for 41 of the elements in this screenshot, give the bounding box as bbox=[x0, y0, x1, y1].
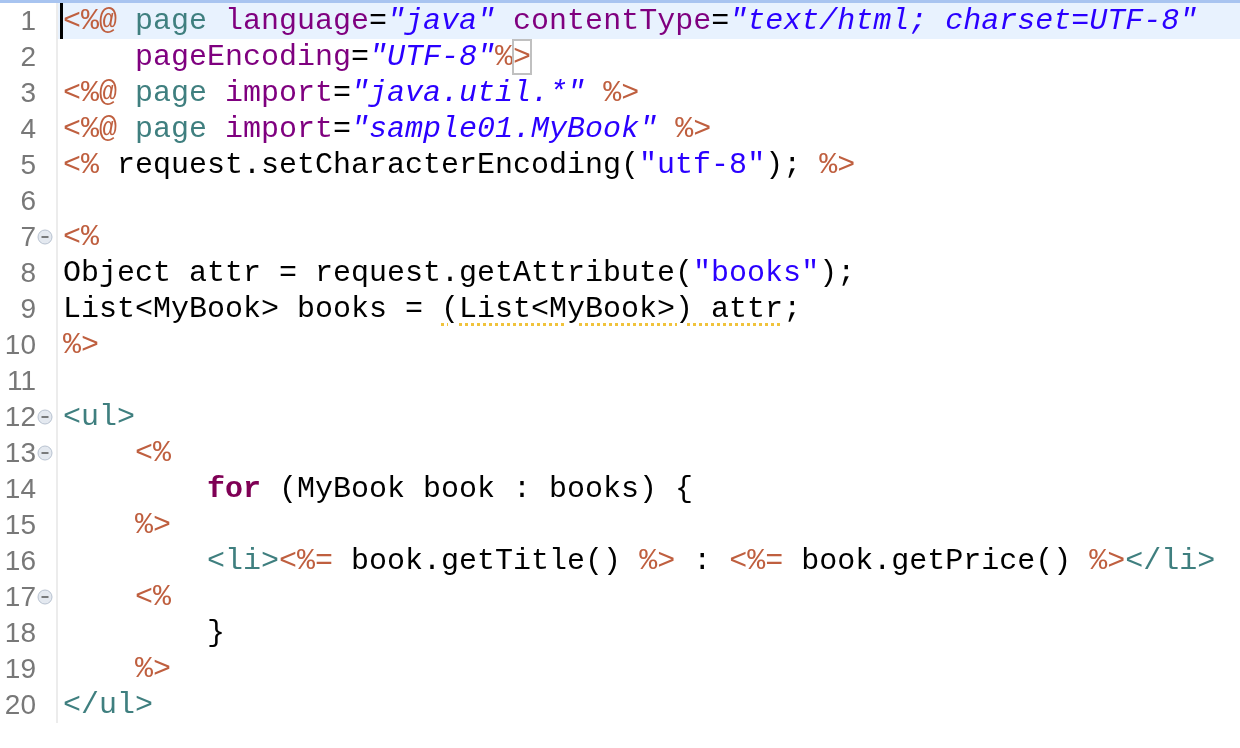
code-line: <% bbox=[63, 219, 99, 255]
code-line: %> bbox=[134, 507, 172, 543]
line-number: 2 bbox=[20, 40, 36, 74]
code-line: Object attr = request.getAttribute("books"); bbox=[63, 255, 856, 291]
line-number: 4 bbox=[20, 112, 36, 146]
code-line: <% bbox=[134, 579, 172, 615]
line-number: 1 bbox=[20, 4, 36, 38]
line-number: 3 bbox=[20, 76, 36, 110]
code-line: %> bbox=[134, 651, 172, 687]
code-line: List<MyBook> books = (List<MyBook>) attr; bbox=[63, 291, 802, 327]
line-number: 10 bbox=[4, 328, 36, 362]
code-line: <%@ page import="sample01.MyBook" %> bbox=[63, 111, 712, 147]
code-line: <%@ page import="java.util.*" %> bbox=[63, 75, 640, 111]
code-line: <%@ page language="java" contentType="text/html; charset=UTF-8" bbox=[60, 3, 1198, 39]
line-number: 17 bbox=[4, 580, 36, 614]
code-line: } bbox=[206, 615, 226, 651]
code-line: %> bbox=[63, 327, 99, 363]
code-line: for (MyBook book : books) { bbox=[206, 471, 694, 507]
line-number: 5 bbox=[20, 148, 36, 182]
line-number: 8 bbox=[20, 256, 36, 290]
code-line: </ul> bbox=[63, 687, 153, 723]
line-number: 20 bbox=[4, 688, 36, 722]
line-number: 19 bbox=[4, 652, 36, 686]
code-line: <% bbox=[134, 435, 172, 471]
line-number: 18 bbox=[4, 616, 36, 650]
line-number: 15 bbox=[4, 508, 36, 542]
line-number: 9 bbox=[20, 292, 36, 326]
line-number: 7 bbox=[20, 220, 36, 254]
collapse-icon[interactable] bbox=[37, 445, 53, 461]
line-number: 16 bbox=[4, 544, 36, 578]
line-number: 13 bbox=[4, 436, 36, 470]
line-number: 11 bbox=[6, 364, 36, 398]
line-number: 12 bbox=[4, 400, 36, 434]
line-number: 14 bbox=[4, 472, 36, 506]
collapse-icon[interactable] bbox=[37, 589, 53, 605]
code-line: <% request.setCharacterEncoding("utf-8"); %> bbox=[63, 147, 856, 183]
collapse-icon[interactable] bbox=[37, 229, 53, 245]
collapse-icon[interactable] bbox=[37, 409, 53, 425]
line-number: 6 bbox=[20, 184, 36, 218]
code-line: <ul> bbox=[63, 399, 135, 435]
code-line: <li><%= book.getTitle() %> : <%= book.getPrice() %></li> bbox=[206, 543, 1216, 579]
